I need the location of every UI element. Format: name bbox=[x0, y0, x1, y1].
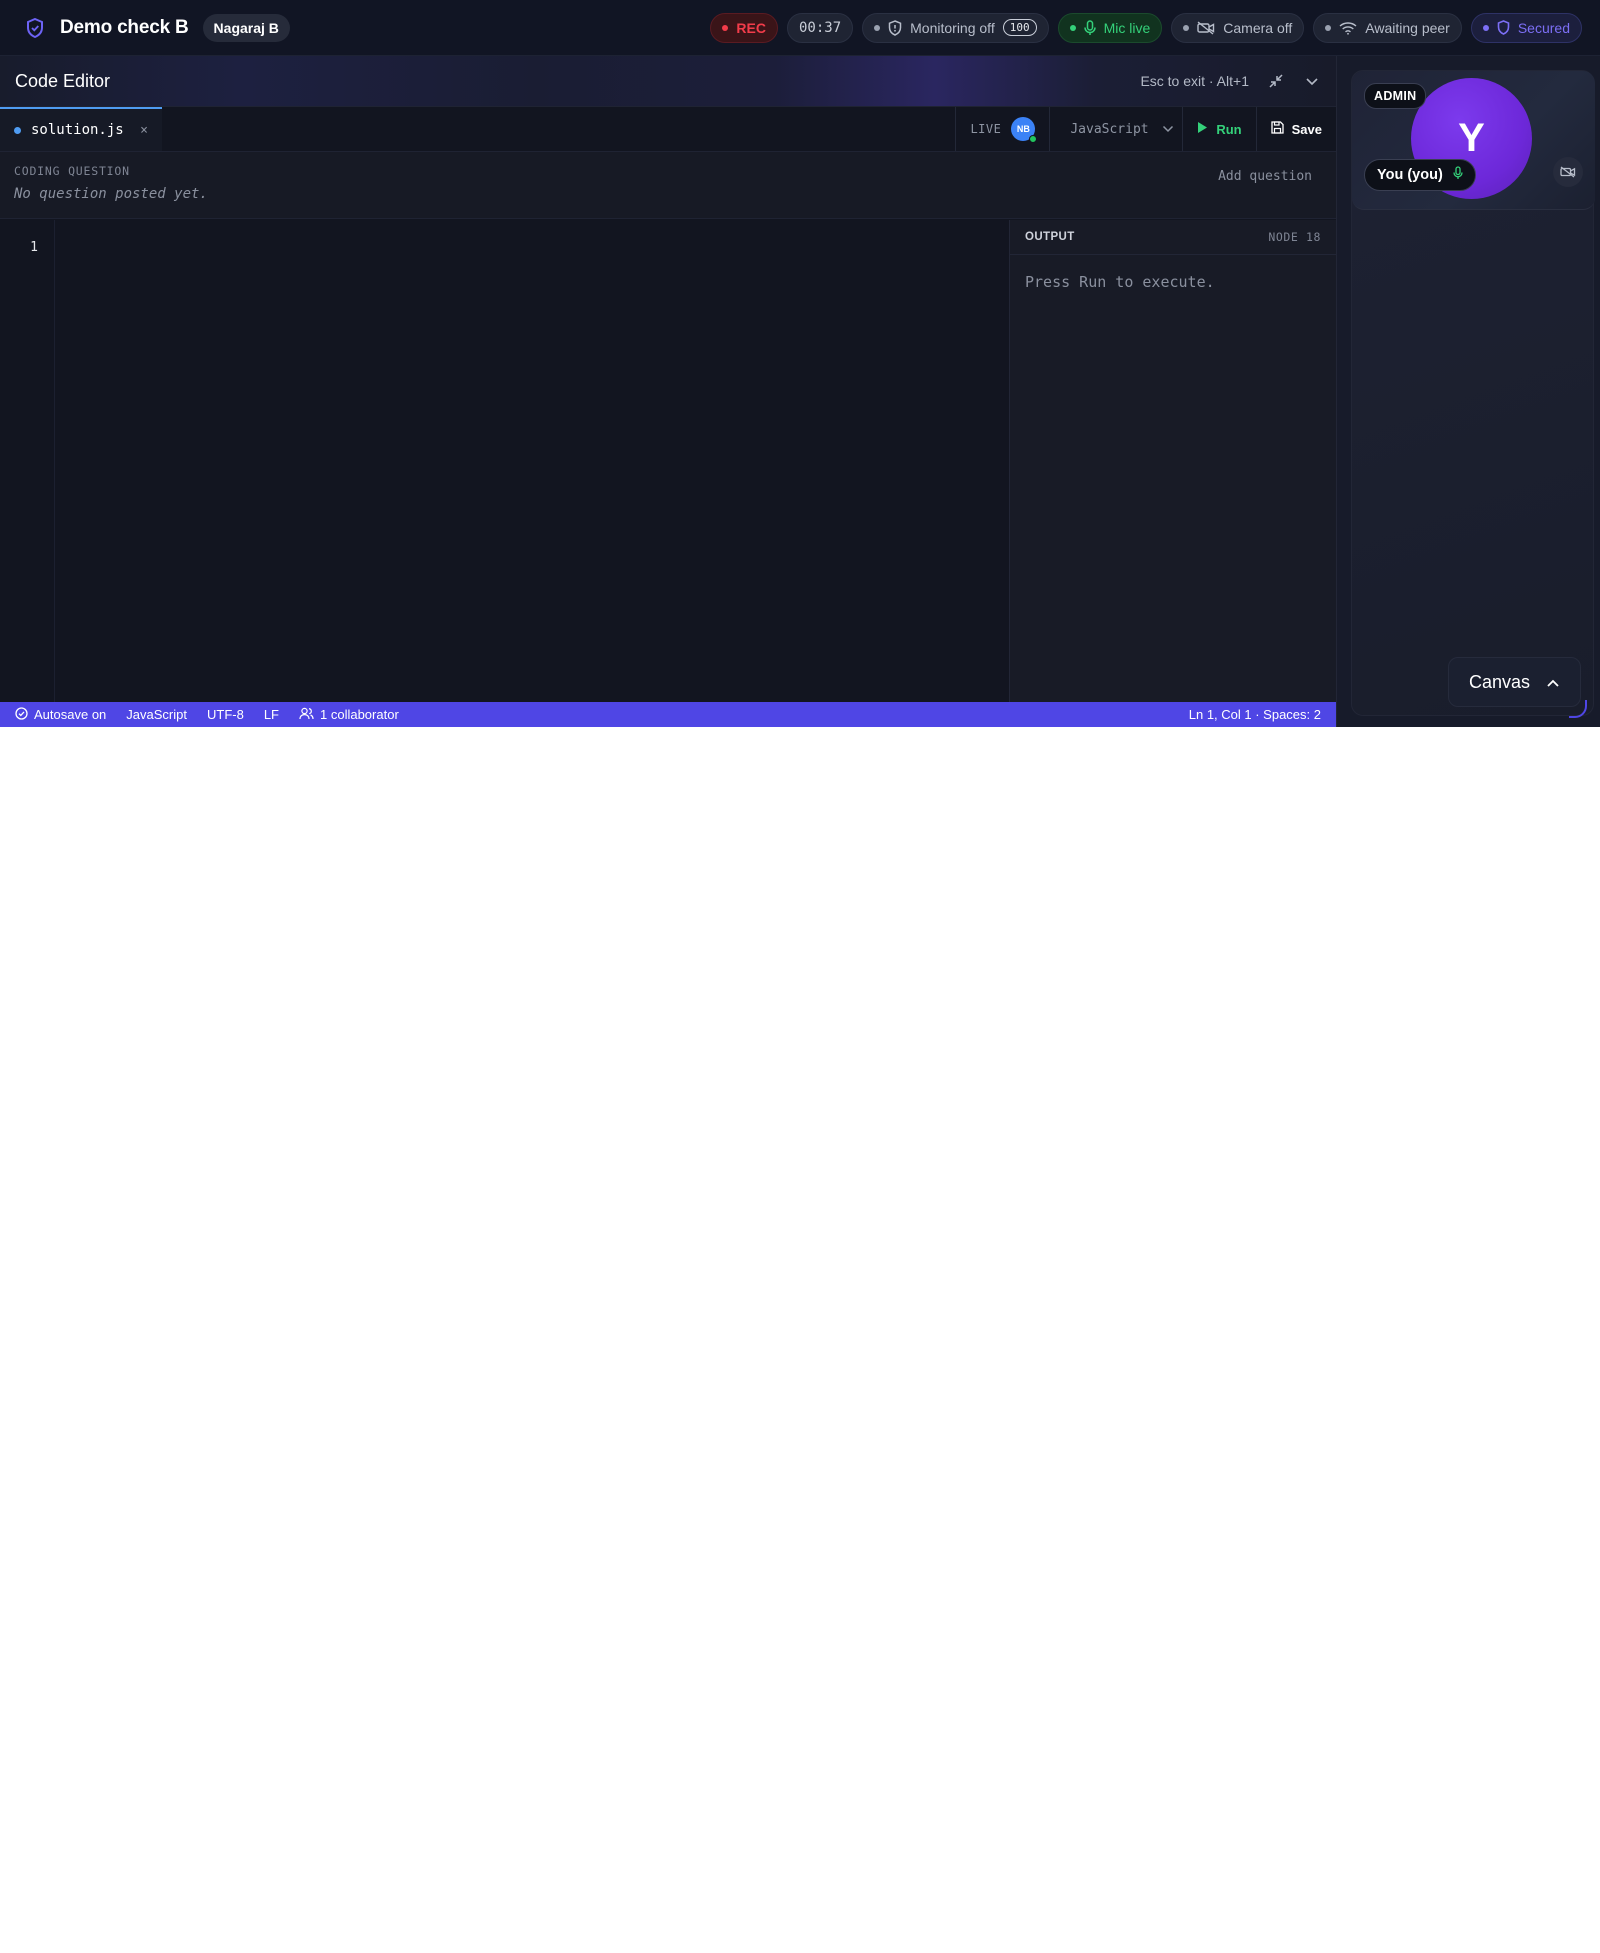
add-question-button[interactable]: Add question bbox=[1218, 169, 1312, 184]
app-title: Demo check B bbox=[60, 16, 189, 38]
monitoring-count: 100 bbox=[1002, 19, 1037, 36]
recording-dot bbox=[722, 24, 729, 31]
run-button[interactable]: Run bbox=[1182, 107, 1255, 151]
cursor-position[interactable]: Ln 1, Col 1 · Spaces: 2 bbox=[1189, 707, 1321, 722]
mic-icon bbox=[1083, 19, 1096, 36]
canvas-label: Canvas bbox=[1468, 671, 1531, 692]
camera-label: Camera off bbox=[1223, 19, 1293, 36]
exit-hint: Esc to exit · Alt+1 bbox=[1140, 73, 1249, 89]
recording-indicator: REC bbox=[710, 12, 778, 43]
file-tab-label: solution.js bbox=[31, 122, 124, 138]
participant-name: You (you) bbox=[1377, 167, 1443, 183]
language-value: JavaScript bbox=[1070, 121, 1149, 137]
rec-label: REC bbox=[736, 19, 766, 36]
run-label: Run bbox=[1216, 121, 1242, 137]
status-dot bbox=[1183, 24, 1190, 31]
participant-name-badge: You (you) bbox=[1364, 159, 1476, 191]
question-text: No question posted yet. bbox=[14, 186, 208, 202]
status-dot bbox=[1325, 24, 1332, 31]
minimize-icon[interactable] bbox=[1267, 72, 1285, 90]
status-dot bbox=[874, 24, 881, 31]
status-language[interactable]: JavaScript bbox=[126, 707, 187, 722]
collaborator-avatar[interactable]: NB bbox=[1011, 117, 1038, 143]
wifi-icon bbox=[1339, 21, 1357, 35]
editor-title: Code Editor bbox=[15, 70, 111, 91]
peer-status: Awaiting peer bbox=[1313, 12, 1462, 43]
status-dot bbox=[1069, 24, 1076, 31]
chevron-up-icon bbox=[1546, 672, 1560, 693]
save-label: Save bbox=[1291, 121, 1322, 137]
code-input-area[interactable] bbox=[55, 220, 1009, 702]
editor-tab-bar: solution.js × LIVE NB JavaScript Run Sav… bbox=[0, 107, 1336, 152]
participant-video-tile[interactable]: Y ADMIN You (you) bbox=[1352, 71, 1595, 210]
runtime-label: NODE 18 bbox=[1268, 230, 1321, 244]
code-editor-panel: Code Editor Esc to exit · Alt+1 solution… bbox=[0, 56, 1336, 727]
save-icon bbox=[1270, 121, 1284, 137]
output-title: OUTPUT bbox=[1025, 231, 1075, 243]
status-dot bbox=[1482, 24, 1489, 31]
mic-status[interactable]: Mic live bbox=[1057, 12, 1163, 43]
editor-workspace: 1 OUTPUT NODE 18 Press Run to execute. bbox=[0, 220, 1336, 702]
user-name-badge: Nagaraj B bbox=[202, 13, 290, 42]
save-button[interactable]: Save bbox=[1255, 107, 1336, 151]
participants-container: Y ADMIN You (you) bbox=[1351, 70, 1595, 716]
play-icon bbox=[1197, 121, 1208, 137]
session-timer: 00:37 bbox=[786, 12, 854, 43]
language-select[interactable]: JavaScript bbox=[1049, 107, 1182, 151]
chevron-down-icon[interactable] bbox=[1303, 72, 1321, 90]
peer-label: Awaiting peer bbox=[1365, 19, 1450, 36]
mic-label: Mic live bbox=[1103, 19, 1151, 36]
shield-icon bbox=[888, 19, 902, 36]
mic-icon bbox=[1453, 166, 1463, 184]
users-icon bbox=[299, 707, 314, 723]
chevron-down-icon bbox=[1162, 122, 1174, 137]
role-badge: ADMIN bbox=[1364, 83, 1427, 109]
collaborators-label: 1 collaborator bbox=[320, 707, 399, 722]
status-collaborators[interactable]: 1 collaborator bbox=[299, 707, 399, 723]
secured-label: Secured bbox=[1517, 19, 1570, 36]
status-bar: Autosave on JavaScript UTF-8 LF 1 collab… bbox=[0, 702, 1336, 727]
close-tab-icon[interactable]: × bbox=[140, 123, 148, 138]
modified-dot bbox=[14, 126, 21, 134]
output-message: Press Run to execute. bbox=[1025, 273, 1215, 291]
camera-off-icon bbox=[1197, 20, 1215, 35]
monitoring-label: Monitoring off bbox=[910, 19, 995, 36]
monitoring-toggle[interactable]: Monitoring off 100 bbox=[862, 12, 1049, 43]
question-label: CODING QUESTION bbox=[14, 164, 130, 178]
shield-icon bbox=[24, 17, 46, 39]
collaborator-initials: NB bbox=[1016, 124, 1030, 134]
output-header: OUTPUT NODE 18 bbox=[1010, 220, 1336, 255]
camera-status[interactable]: Camera off bbox=[1171, 12, 1305, 43]
check-circle-icon bbox=[15, 706, 28, 723]
output-panel: OUTPUT NODE 18 Press Run to execute. bbox=[1009, 220, 1336, 702]
avatar-initial: Y bbox=[1458, 116, 1485, 160]
secured-status: Secured bbox=[1470, 12, 1582, 43]
camera-off-icon[interactable] bbox=[1553, 157, 1583, 187]
status-chips: REC 00:37 Monitoring off 100 Mic live Ca… bbox=[710, 12, 1582, 43]
line-number: 1 bbox=[30, 240, 38, 255]
status-line-ending[interactable]: LF bbox=[264, 707, 279, 722]
coding-question-panel: CODING QUESTION No question posted yet. … bbox=[0, 152, 1336, 219]
file-tab[interactable]: solution.js × bbox=[0, 107, 162, 151]
shield-icon bbox=[1497, 20, 1510, 35]
status-encoding[interactable]: UTF-8 bbox=[207, 707, 244, 722]
line-number-gutter: 1 bbox=[0, 220, 55, 702]
participants-panel: Y ADMIN You (you) bbox=[1336, 56, 1600, 727]
autosave-label: Autosave on bbox=[34, 707, 107, 722]
canvas-toggle-button[interactable]: Canvas bbox=[1448, 657, 1581, 707]
editor-header: Code Editor Esc to exit · Alt+1 bbox=[0, 56, 1336, 107]
online-indicator bbox=[1029, 135, 1038, 143]
autosave-status[interactable]: Autosave on bbox=[15, 706, 107, 723]
top-bar: Demo check B Nagaraj B REC 00:37 Monitor… bbox=[0, 0, 1600, 56]
live-collaborators: LIVE NB bbox=[955, 107, 1049, 151]
live-label: LIVE bbox=[970, 122, 1002, 136]
